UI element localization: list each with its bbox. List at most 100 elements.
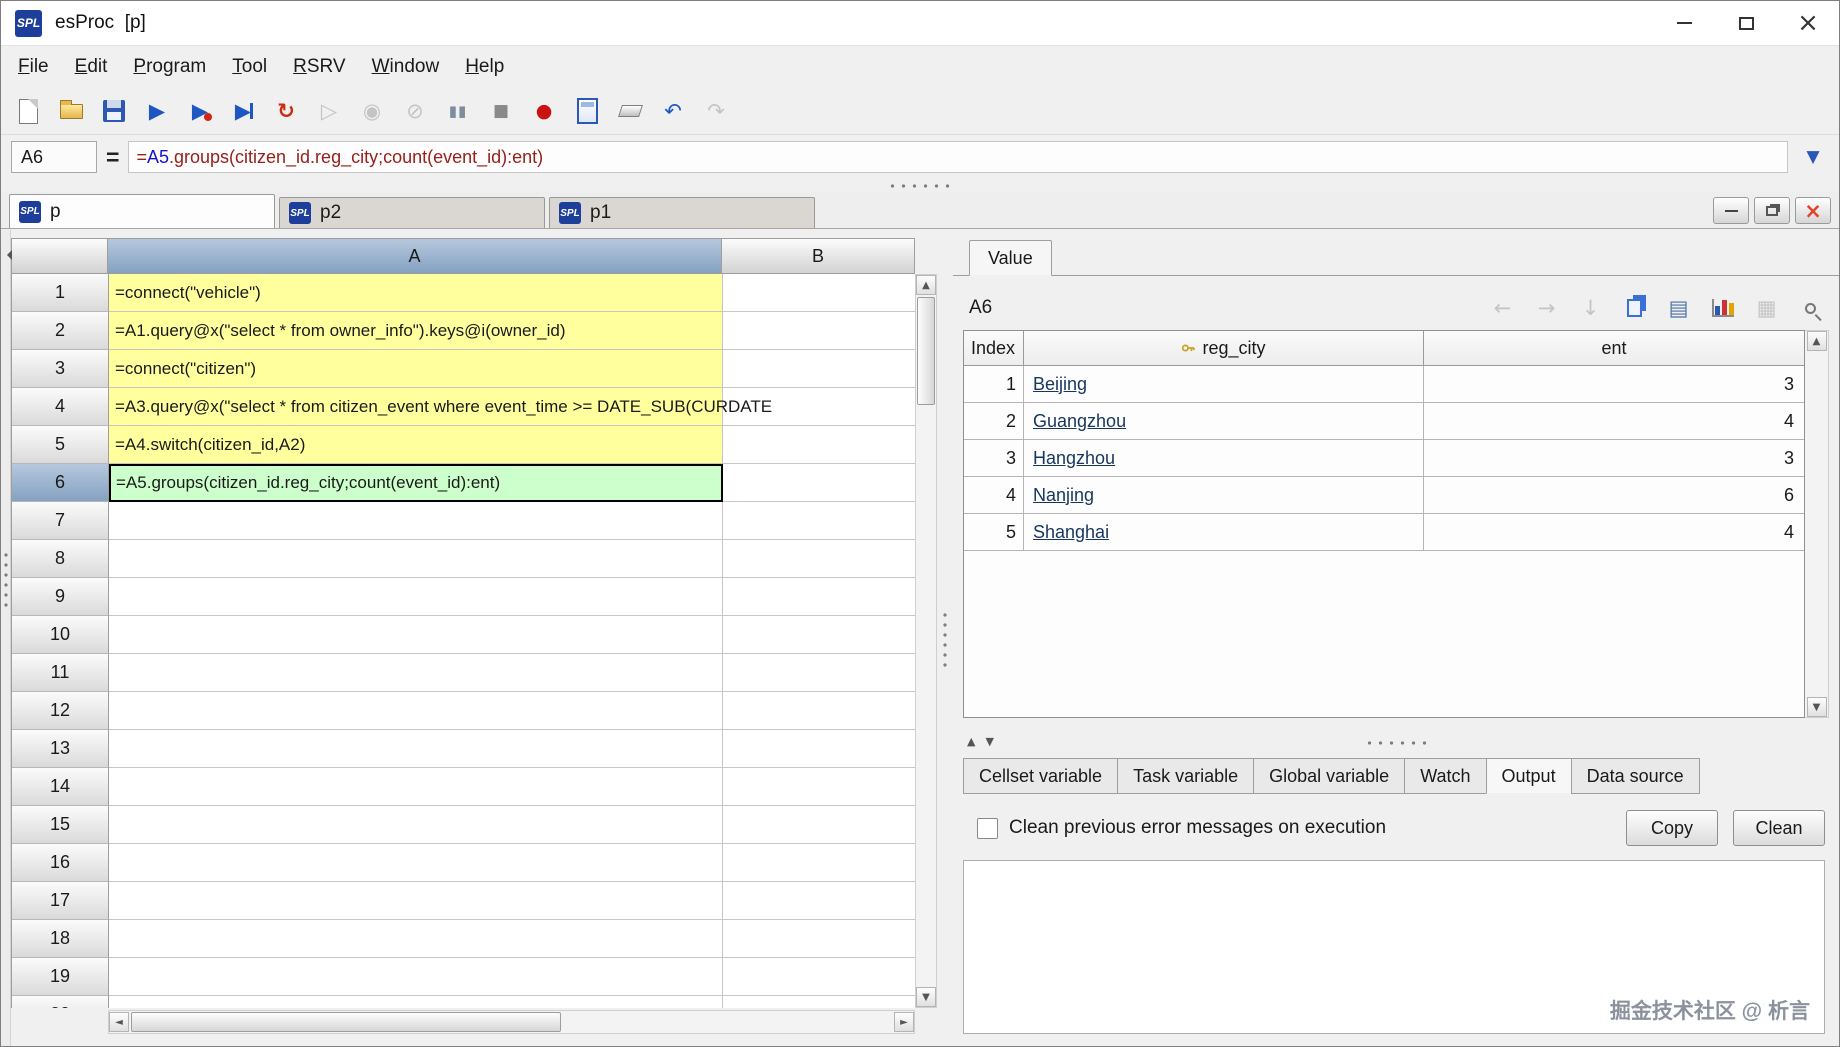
cell-column-b[interactable] [723, 958, 915, 996]
scroll-up-icon[interactable]: ▲ [916, 275, 936, 295]
cell-column-b[interactable] [723, 464, 915, 502]
row-header[interactable]: 19 [12, 958, 109, 996]
scroll-up-icon[interactable]: ▲ [1806, 331, 1827, 351]
menu-item[interactable]: RSRV [280, 50, 358, 84]
undo-button[interactable]: ↶ [656, 94, 690, 128]
scroll-right-icon[interactable]: ► [894, 1012, 914, 1032]
row-header[interactable]: 16 [12, 844, 109, 882]
record-button[interactable]: ● [527, 94, 561, 128]
cell-column-b[interactable] [723, 502, 915, 540]
horizontal-splitter[interactable] [1, 179, 1839, 192]
collapse-left-icon[interactable] [2, 250, 12, 260]
cell-column-b[interactable] [723, 578, 915, 616]
save-button[interactable] [97, 94, 131, 128]
grid-horizontal-scrollbar[interactable]: ◄ ► [108, 1010, 915, 1034]
cell-reference-box[interactable]: A6 [11, 141, 97, 173]
cell-column-a[interactable] [109, 578, 723, 616]
cell-column-a[interactable] [109, 996, 723, 1008]
header-index[interactable]: Index [964, 331, 1024, 365]
cell-column-a[interactable]: =A4.switch(citizen_id,A2) [109, 426, 723, 464]
row-header[interactable]: 12 [12, 692, 109, 730]
menu-item[interactable]: Help [452, 50, 517, 84]
output-console[interactable]: 掘金技术社区 @ 析言 [963, 860, 1825, 1034]
cell-column-b[interactable] [723, 920, 915, 958]
new-file-button[interactable] [11, 94, 45, 128]
cell-column-b[interactable] [723, 806, 915, 844]
menu-item[interactable]: Window [359, 50, 453, 84]
row-header[interactable]: 7 [12, 502, 109, 540]
row-header[interactable]: 10 [12, 616, 109, 654]
bottom-splitter[interactable]: ▲ ▼ [953, 732, 1839, 754]
row-header[interactable]: 20 [12, 996, 109, 1008]
row-header[interactable]: 8 [12, 540, 109, 578]
cell-column-b[interactable] [723, 616, 915, 654]
row-header[interactable]: 4 [12, 388, 109, 426]
chart-button[interactable] [1704, 290, 1741, 326]
maximize-icon[interactable] [1715, 1, 1777, 45]
menu-item[interactable]: Edit [62, 50, 121, 84]
cell-column-b[interactable] [723, 312, 915, 350]
value-city-cell[interactable]: Guangzhou [1024, 403, 1424, 439]
grid-vertical-scrollbar[interactable]: ▲ ▼ [915, 274, 937, 1008]
cell-column-b[interactable] [723, 844, 915, 882]
sheet-tab[interactable]: SPL p [9, 194, 275, 228]
cell-column-a[interactable] [109, 692, 723, 730]
clean-messages-checkbox[interactable] [977, 817, 998, 839]
cell-column-b[interactable] [723, 730, 915, 768]
menu-item[interactable]: Tool [219, 50, 280, 84]
cell-column-a[interactable]: =A1.query@x("select * from owner_info").… [109, 312, 723, 350]
value-vertical-scrollbar[interactable]: ▲ ▼ [1805, 330, 1829, 718]
cell-column-a[interactable] [109, 768, 723, 806]
cell-column-a[interactable]: =connect("citizen") [109, 350, 723, 388]
bottom-tab[interactable]: Cellset variable [963, 758, 1119, 794]
row-header[interactable]: 5 [12, 426, 109, 464]
column-header-b[interactable]: B [722, 238, 915, 274]
bottom-tab[interactable]: Global variable [1253, 758, 1406, 794]
formula-input[interactable]: = A5 .groups(citizen_id.reg_city;count(eve… [128, 141, 1788, 173]
clean-button[interactable]: Clean [1733, 810, 1825, 846]
cell-column-a[interactable] [109, 540, 723, 578]
cell-column-a[interactable] [109, 616, 723, 654]
scroll-left-icon[interactable]: ◄ [109, 1012, 129, 1032]
row-header[interactable]: 3 [12, 350, 109, 388]
clear-button[interactable] [613, 94, 647, 128]
sheet-close-icon[interactable]: × [1795, 197, 1831, 224]
tab-value[interactable]: Value [969, 240, 1052, 276]
open-file-button[interactable] [54, 94, 88, 128]
grid-corner[interactable] [11, 238, 108, 274]
scroll-thumb[interactable] [131, 1012, 561, 1032]
value-city-cell[interactable]: Beijing [1024, 366, 1424, 402]
cell-column-a[interactable] [109, 654, 723, 692]
cell-column-b[interactable] [723, 692, 915, 730]
cell-column-a[interactable] [109, 920, 723, 958]
cell-column-b[interactable] [723, 350, 915, 388]
menu-item[interactable]: File [5, 50, 62, 84]
form-view-button[interactable]: ▤ [1660, 290, 1697, 326]
row-header[interactable]: 17 [12, 882, 109, 920]
cell-column-b[interactable] [723, 768, 915, 806]
cell-column-b[interactable] [723, 654, 915, 692]
scroll-down-icon[interactable]: ▼ [916, 987, 936, 1007]
row-header[interactable]: 11 [12, 654, 109, 692]
row-header[interactable]: 1 [12, 274, 109, 312]
row-header[interactable]: 14 [12, 768, 109, 806]
scroll-thumb[interactable] [917, 297, 935, 405]
value-city-cell[interactable]: Nanjing [1024, 477, 1424, 513]
calculator-button[interactable] [570, 94, 604, 128]
minimize-icon[interactable] [1653, 1, 1715, 45]
bottom-tab[interactable]: Data source [1570, 758, 1700, 794]
cell-column-a[interactable] [109, 958, 723, 996]
bottom-tab[interactable]: Watch [1404, 758, 1487, 794]
cell-column-b[interactable] [723, 540, 915, 578]
inspect-button[interactable] [1792, 290, 1829, 326]
header-ent[interactable]: ent [1424, 331, 1804, 365]
menu-item[interactable]: Program [120, 50, 219, 84]
cell-column-a[interactable]: =A3.query@x("select * from citizen_event… [109, 388, 772, 426]
left-splitter[interactable] [1, 230, 12, 1046]
column-header-a[interactable]: A [108, 238, 722, 274]
cell-column-a[interactable] [109, 844, 723, 882]
row-header[interactable]: 6 [12, 464, 109, 502]
sheet-minimize-icon[interactable] [1713, 197, 1749, 224]
cell-column-a[interactable] [109, 502, 723, 540]
row-header[interactable]: 15 [12, 806, 109, 844]
